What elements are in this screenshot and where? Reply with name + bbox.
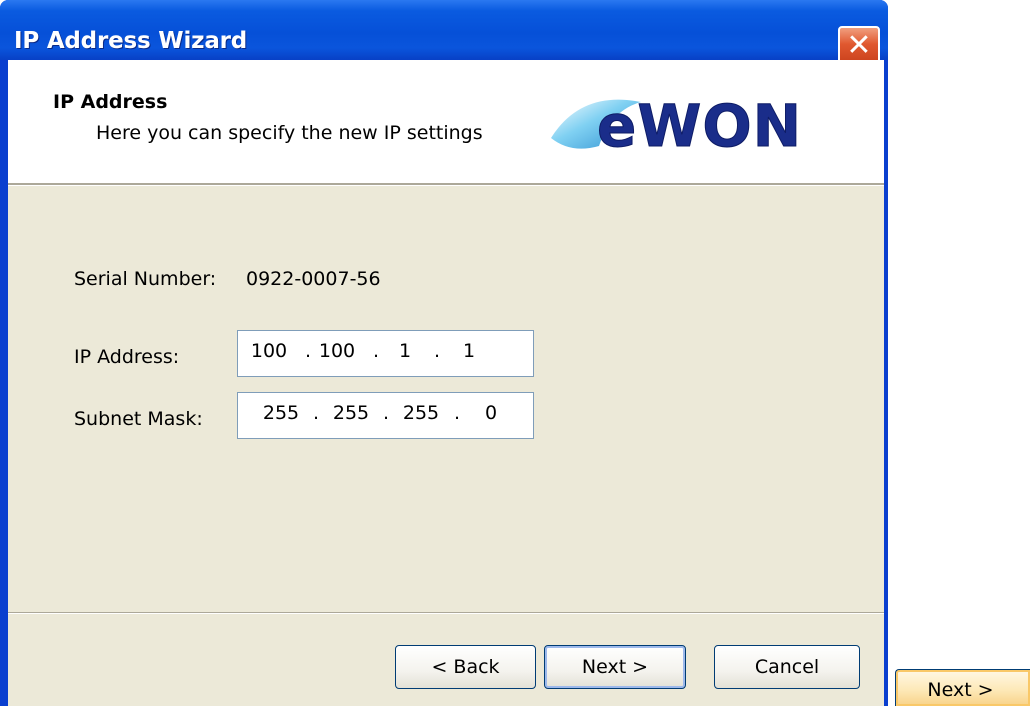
next-button-zoomed[interactable]: Next > [895, 669, 1030, 706]
ip-octet-4[interactable]: 1 [446, 340, 492, 362]
footer-divider [8, 612, 884, 614]
wizard-window: IP Address Wizard ✕ IP Address Here you … [0, 0, 888, 706]
mask-dot-3: . [454, 402, 461, 424]
next-button[interactable]: Next > [544, 645, 686, 689]
window-title: IP Address Wizard [14, 28, 248, 54]
ip-dot-2: . [373, 340, 380, 362]
close-icon: ✕ [846, 28, 872, 63]
ip-octet-2[interactable]: 100 [314, 340, 360, 362]
ip-address-label: IP Address: [74, 346, 180, 368]
page-title: IP Address [53, 91, 168, 113]
mask-octet-3[interactable]: 255 [398, 402, 444, 424]
page-subtitle: Here you can specify the new IP settings [96, 122, 483, 144]
ip-dot-1: . [305, 340, 312, 362]
ip-dot-3: . [434, 340, 441, 362]
title-bar[interactable]: IP Address Wizard ✕ [0, 0, 888, 66]
mask-octet-4[interactable]: 0 [468, 402, 514, 424]
wizard-client-area: IP Address Here you can specify the new … [8, 60, 884, 706]
back-button[interactable]: < Back [395, 645, 536, 689]
mask-octet-1[interactable]: 255 [258, 402, 304, 424]
mask-octet-2[interactable]: 255 [328, 402, 374, 424]
logo-wordmark: eWON [597, 92, 802, 158]
subnet-mask-field[interactable]: 255 . 255 . 255 . 0 [237, 392, 534, 439]
ip-address-field[interactable]: 100 . 100 . 1 . 1 [237, 330, 534, 377]
wizard-header: IP Address Here you can specify the new … [8, 60, 884, 183]
cancel-button[interactable]: Cancel [714, 645, 860, 689]
subnet-mask-label: Subnet Mask: [74, 408, 203, 430]
ip-octet-3[interactable]: 1 [382, 340, 428, 362]
ewon-logo: eWON [551, 92, 802, 158]
mask-dot-1: . [313, 402, 320, 424]
header-divider [8, 183, 884, 186]
serial-number-label: Serial Number: [74, 268, 217, 290]
serial-number-value: 0922-0007-56 [246, 268, 381, 290]
mask-dot-2: . [383, 402, 390, 424]
ip-octet-1[interactable]: 100 [246, 340, 292, 362]
